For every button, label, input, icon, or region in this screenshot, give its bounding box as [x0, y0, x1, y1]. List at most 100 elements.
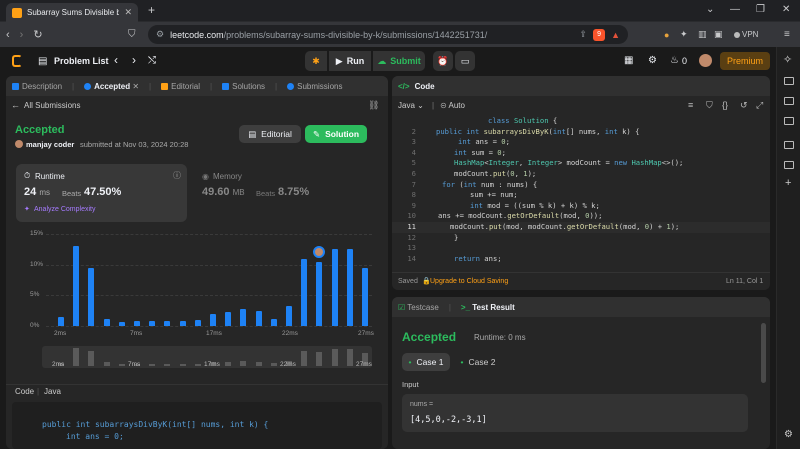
history-icon[interactable]: [784, 117, 794, 125]
next-problem-icon[interactable]: ›: [132, 53, 136, 67]
chart-bar[interactable]: [179, 321, 186, 326]
chart-bar[interactable]: [301, 258, 308, 326]
code-line[interactable]: 4 int sum = 0;: [392, 148, 506, 159]
code-line[interactable]: 2 public int subarraysDivByK(int[] nums, …: [392, 127, 640, 138]
scrollbar[interactable]: [761, 323, 766, 383]
case-1-button[interactable]: • Case 1: [402, 353, 450, 371]
bell-icon[interactable]: ♨: [670, 55, 679, 66]
user-position-avatar[interactable]: [313, 245, 326, 258]
code-line[interactable]: 10 ans += modCount.getOrDefault(mod, 0));: [392, 211, 602, 222]
prev-problem-icon[interactable]: ‹: [114, 53, 118, 67]
chart-bar[interactable]: [149, 321, 156, 326]
code-line[interactable]: 8 sum += num;: [392, 190, 518, 201]
site-info-icon[interactable]: ⚙: [156, 29, 164, 40]
add-panel-icon[interactable]: +: [785, 177, 791, 189]
wallet2-icon[interactable]: ▣: [714, 29, 723, 40]
code-line[interactable]: 11 modCount.put(mod, modCount.getOrDefaul…: [392, 222, 770, 233]
maximize-icon[interactable]: ❐: [756, 4, 765, 15]
browser-tab[interactable]: Subarray Sums Divisible by K - ✕: [6, 3, 138, 22]
reload-icon[interactable]: ↻: [33, 28, 42, 41]
minimize-icon[interactable]: —: [730, 4, 740, 15]
bookmark-code-icon[interactable]: ⛉: [706, 100, 713, 111]
vpn-button[interactable]: VPN: [734, 30, 758, 39]
notes-button[interactable]: ▭: [455, 51, 475, 71]
code-line[interactable]: 7 for (int num : nums) {: [392, 180, 538, 191]
brave-rewards-icon[interactable]: ▲: [611, 30, 620, 40]
link-icon[interactable]: ⛓: [368, 100, 379, 111]
forward-icon[interactable]: ›: [20, 29, 24, 41]
code-line[interactable]: 9 int mod = ((sum % k) + k) % k;: [392, 201, 600, 212]
share-icon[interactable]: ⇪: [580, 29, 588, 40]
submit-button[interactable]: ☁ Submit: [373, 51, 425, 71]
sidebar-toggle-icon[interactable]: ▥: [698, 29, 707, 40]
new-tab-icon[interactable]: +: [148, 3, 155, 17]
bookmarks-panel-icon[interactable]: [784, 77, 794, 85]
chart-bar[interactable]: [103, 318, 110, 326]
leetcode-logo-icon[interactable]: [12, 55, 22, 67]
back-icon[interactable]: ‹: [6, 29, 10, 41]
sidebar-settings-icon[interactable]: ⚙: [784, 429, 793, 440]
debug-button[interactable]: ✱: [305, 51, 327, 71]
runtime-card[interactable]: ⏱ Runtime ⓘ 24 ms Beats 47.50% ✦ Analyze…: [16, 164, 187, 222]
chart-bar[interactable]: [362, 267, 368, 326]
run-button[interactable]: ▶ Run: [329, 51, 371, 71]
chart-bar[interactable]: [88, 267, 95, 326]
auto-mode[interactable]: ⊝ Auto: [440, 101, 465, 110]
username[interactable]: manjay coder: [26, 140, 74, 149]
all-submissions-link[interactable]: All Submissions: [24, 101, 80, 110]
case-2-button[interactable]: • Case 2: [454, 353, 502, 371]
reset-icon[interactable]: ↺: [740, 100, 748, 111]
chart-bar[interactable]: [134, 321, 140, 326]
chart-bar[interactable]: [346, 249, 353, 326]
tab-search-icon[interactable]: ⌄: [706, 4, 714, 15]
chart-bar[interactable]: [118, 322, 125, 326]
chart-bar[interactable]: [316, 261, 323, 326]
wallet-icon[interactable]: ●: [664, 30, 669, 40]
shuffle-icon[interactable]: ⤭: [148, 55, 156, 66]
back-arrow-icon[interactable]: ←: [11, 100, 20, 110]
runtime-distribution-chart[interactable]: 15% 10% 5% 0% 2ms 7ms 17ms 22ms 27ms 2ms 7ms 17ms 22…: [6, 226, 388, 426]
bookmark-icon[interactable]: ⛉: [128, 29, 136, 40]
window-close-icon[interactable]: ✕: [782, 4, 790, 15]
chart-bar[interactable]: [73, 246, 80, 326]
tab-accepted[interactable]: Accepted ✕: [84, 82, 139, 91]
code-line[interactable]: 13: [392, 243, 454, 254]
tab-close-icon[interactable]: ✕: [132, 82, 139, 91]
code-line[interactable]: 12}: [392, 233, 458, 244]
leo-ai-icon[interactable]: ✧: [783, 53, 792, 66]
menu-icon[interactable]: ≡: [784, 29, 790, 40]
tab-description[interactable]: Description: [12, 82, 62, 91]
tab-close-icon[interactable]: ✕: [124, 7, 132, 18]
chart-bar[interactable]: [225, 311, 232, 326]
editorial-button[interactable]: ▤ Editorial: [239, 125, 301, 143]
code-line[interactable]: 14 return ans;: [392, 254, 501, 265]
code-line[interactable]: 5 HashMap<Integer, Integer> modCount = ne…: [392, 158, 684, 169]
layout-icon[interactable]: ▦: [624, 55, 633, 66]
extensions-icon[interactable]: ✦: [680, 29, 688, 40]
chart-bar[interactable]: [255, 310, 262, 326]
info-icon[interactable]: ⓘ: [173, 170, 181, 181]
timer-button[interactable]: ⏰: [433, 51, 453, 71]
solution-button[interactable]: ✎ Solution: [305, 125, 367, 143]
problem-list-button[interactable]: Problem List: [54, 56, 109, 66]
settings-icon[interactable]: ⚙: [648, 55, 657, 66]
avatar[interactable]: [699, 54, 712, 67]
chart-bar[interactable]: [58, 316, 64, 326]
chart-bar[interactable]: [164, 321, 171, 326]
chart-bar[interactable]: [210, 313, 216, 326]
fullscreen-icon[interactable]: ⤢: [756, 100, 763, 111]
tab-test-result[interactable]: >_ Test Result: [461, 303, 515, 312]
wallet-panel-icon[interactable]: [784, 141, 794, 149]
braces-icon[interactable]: {}: [722, 100, 728, 110]
code-line[interactable]: class Solution {: [392, 116, 557, 127]
premium-button[interactable]: Premium: [720, 52, 770, 70]
memory-label[interactable]: Memory: [213, 172, 242, 181]
notes-panel-icon[interactable]: [784, 161, 794, 169]
code-line[interactable]: 6 modCount.put(0, 1);: [392, 169, 537, 180]
tab-solutions[interactable]: Solutions: [222, 82, 265, 91]
upgrade-link[interactable]: Upgrade to Cloud Saving: [430, 278, 508, 285]
format-icon[interactable]: ≡: [688, 100, 693, 110]
code-editor[interactable]: class Solution {2 public int subarraysDiv…: [392, 116, 770, 266]
tab-editorial[interactable]: Editorial: [161, 82, 200, 91]
chart-bar[interactable]: [240, 309, 247, 326]
